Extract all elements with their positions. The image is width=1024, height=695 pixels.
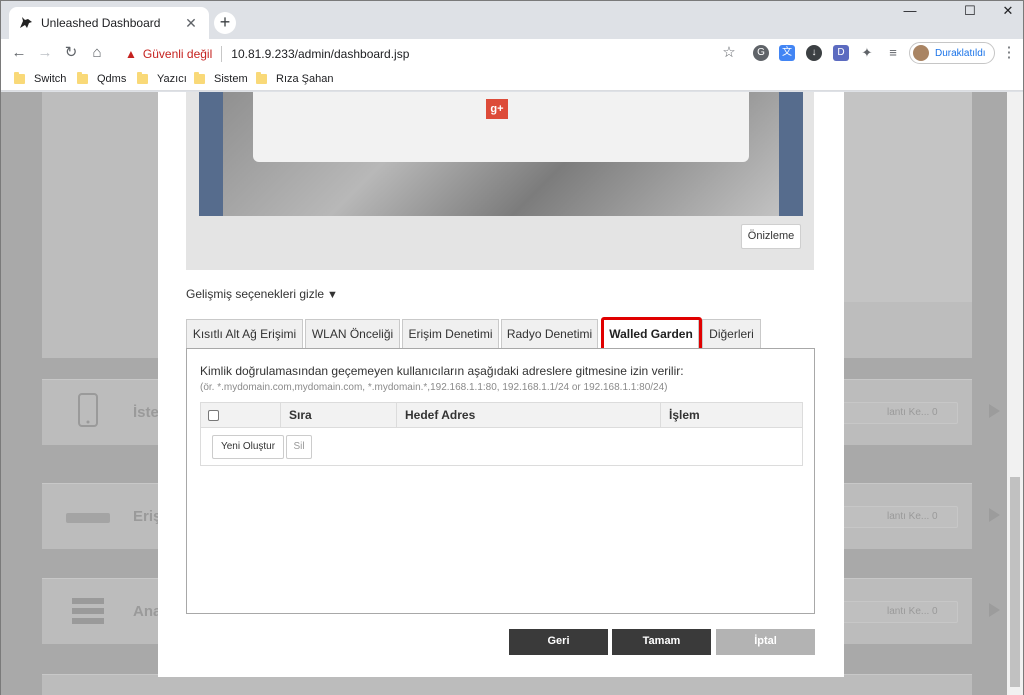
tab-others[interactable]: Diğerleri — [702, 319, 761, 349]
column-order: Sıra — [281, 403, 397, 428]
select-all-cell — [201, 403, 281, 428]
bookmark-item[interactable]: Rıza Şahan — [256, 71, 333, 87]
warning-icon: ▲ — [125, 46, 137, 61]
select-all-checkbox[interactable] — [208, 410, 219, 421]
table-header: Sıra Hedef Adres İşlem — [201, 403, 802, 428]
browser-toolbar: ← → ↻ ⌂ ▲ Güvenli değil 10.81.9.233/admi… — [1, 39, 1023, 67]
bookmark-label: Qdms — [97, 73, 127, 85]
reload-icon[interactable]: ↻ — [61, 43, 81, 63]
google-plus-icon: g+ — [486, 99, 508, 119]
ruckus-dog-icon — [20, 17, 32, 28]
server-icon — [72, 598, 104, 624]
folder-icon — [256, 72, 267, 84]
tab-restricted-subnet[interactable]: Kısıtlı Alt Ağ Erişimi — [186, 319, 303, 349]
translate-extension-icon[interactable]: 文 — [779, 45, 795, 61]
play-icon — [989, 603, 1000, 617]
play-icon — [989, 508, 1000, 522]
tab-title: Unleashed Dashboard — [41, 16, 161, 30]
walled-garden-panel: Kimlik doğrulamasından geçemeyen kullanı… — [186, 348, 815, 614]
folder-icon — [137, 72, 148, 84]
column-destination: Hedef Adres — [397, 403, 661, 428]
card-pill: lantı Ke... 0 — [842, 601, 958, 623]
new-tab-button[interactable]: + — [214, 12, 236, 34]
page-scrollbar[interactable] — [1007, 92, 1023, 695]
tab-access-control[interactable]: Erişim Denetimi — [402, 319, 499, 349]
preview-login-card: g+ — [253, 92, 749, 162]
column-action: İşlem — [669, 408, 700, 422]
home-icon[interactable]: ⌂ — [87, 43, 107, 63]
walled-garden-description: Kimlik doğrulamasından geçemeyen kullanı… — [200, 364, 684, 378]
create-new-button[interactable]: Yeni Oluştur — [212, 435, 284, 459]
browser-tab[interactable]: Unleashed Dashboard ✕ — [9, 7, 209, 39]
more-menu-icon[interactable]: ⋮ — [1001, 43, 1017, 63]
url-text[interactable]: 10.81.9.233/admin/dashboard.jsp — [231, 47, 409, 61]
preview-right-border — [779, 92, 803, 216]
triangle-down-icon: ▼ — [327, 289, 338, 301]
extensions-puzzle-icon[interactable]: ✦ — [859, 45, 875, 61]
reading-list-icon[interactable]: ≡ — [885, 45, 901, 61]
forward-arrow-icon[interactable]: → — [35, 43, 55, 63]
background-chart-area — [843, 92, 972, 302]
advanced-options-toggle[interactable]: Gelişmiş seçenekleri gizle ▼ — [186, 287, 338, 301]
back-button[interactable]: Geri — [509, 629, 608, 655]
scrollbar-thumb[interactable] — [1010, 477, 1020, 687]
tab-radio-control[interactable]: Radyo Denetimi — [501, 319, 598, 349]
walled-garden-table: Sıra Hedef Adres İşlem Yeni Oluştur Sil — [200, 402, 803, 466]
advanced-options-label: Gelişmiş seçenekleri gizle — [186, 287, 325, 301]
bookmark-label: Sistem — [214, 73, 248, 85]
delete-button[interactable]: Sil — [286, 435, 312, 459]
minimize-icon[interactable]: — — [887, 1, 933, 23]
download-extension-icon[interactable]: ↓ — [806, 45, 822, 61]
page-viewport: İste lantı Ke... 0 Eriş lantı Ke... 0 An… — [1, 92, 1007, 695]
bookmark-label: Yazıcı — [157, 73, 187, 85]
ok-button[interactable]: Tamam — [612, 629, 711, 655]
browser-window: Unleashed Dashboard ✕ + — ☐ ✕ ← → ↻ ⌂ ▲ … — [0, 0, 1024, 695]
bookmark-star-icon[interactable]: ☆ — [719, 43, 739, 63]
bookmark-label: Switch — [34, 73, 67, 85]
access-point-icon — [66, 513, 110, 523]
card-label: İste — [133, 404, 159, 421]
back-arrow-icon[interactable]: ← — [9, 43, 29, 63]
phone-icon — [78, 393, 98, 427]
d-extension-icon[interactable]: D — [833, 45, 849, 61]
folder-icon — [14, 72, 25, 84]
title-bar: Unleashed Dashboard ✕ + — ☐ ✕ — [1, 1, 1023, 39]
folder-icon — [194, 72, 205, 84]
portal-preview-image: g+ — [199, 92, 803, 216]
bookmark-item[interactable]: Switch — [14, 71, 66, 87]
close-tab-icon[interactable]: ✕ — [183, 15, 199, 31]
bookmark-item[interactable]: Yazıcı — [137, 71, 187, 87]
bookmark-item[interactable]: Qdms — [77, 71, 126, 87]
background-card-partial — [42, 674, 972, 695]
close-window-icon[interactable]: ✕ — [985, 1, 1024, 23]
security-status[interactable]: Güvenli değil — [143, 47, 212, 61]
profile-button[interactable]: Duraklatıldı — [909, 42, 995, 64]
walled-garden-example: (ör. *.mydomain.com,mydomain.com, *.mydo… — [200, 382, 668, 393]
card-pill: lantı Ke... 0 — [842, 402, 958, 424]
preview-button[interactable]: Önizleme — [741, 224, 801, 249]
address-separator — [221, 45, 223, 62]
card-pill: lantı Ke... 0 — [842, 506, 958, 528]
folder-icon — [77, 72, 88, 84]
play-icon — [989, 404, 1000, 418]
wlan-edit-dialog: g+ Önizleme Gelişmiş seçenekleri gizle ▼ … — [158, 92, 844, 677]
cancel-button[interactable]: İptal — [716, 629, 815, 655]
bookmark-label: Rıza Şahan — [276, 73, 334, 85]
preview-left-border — [199, 92, 223, 216]
portal-preview-panel: g+ Önizleme — [186, 92, 814, 270]
profile-status: Duraklatıldı — [935, 47, 986, 59]
g-extension-icon[interactable]: G — [753, 45, 769, 61]
bookmark-item[interactable]: Sistem — [194, 71, 248, 87]
tab-wlan-priority[interactable]: WLAN Önceliği — [305, 319, 400, 349]
avatar — [913, 45, 929, 61]
address-bar[interactable]: ▲ Güvenli değil 10.81.9.233/admin/dashbo… — [115, 41, 745, 66]
bookmarks-bar: Switch Qdms Yazıcı Sistem Rıza Şahan — [1, 67, 1023, 91]
